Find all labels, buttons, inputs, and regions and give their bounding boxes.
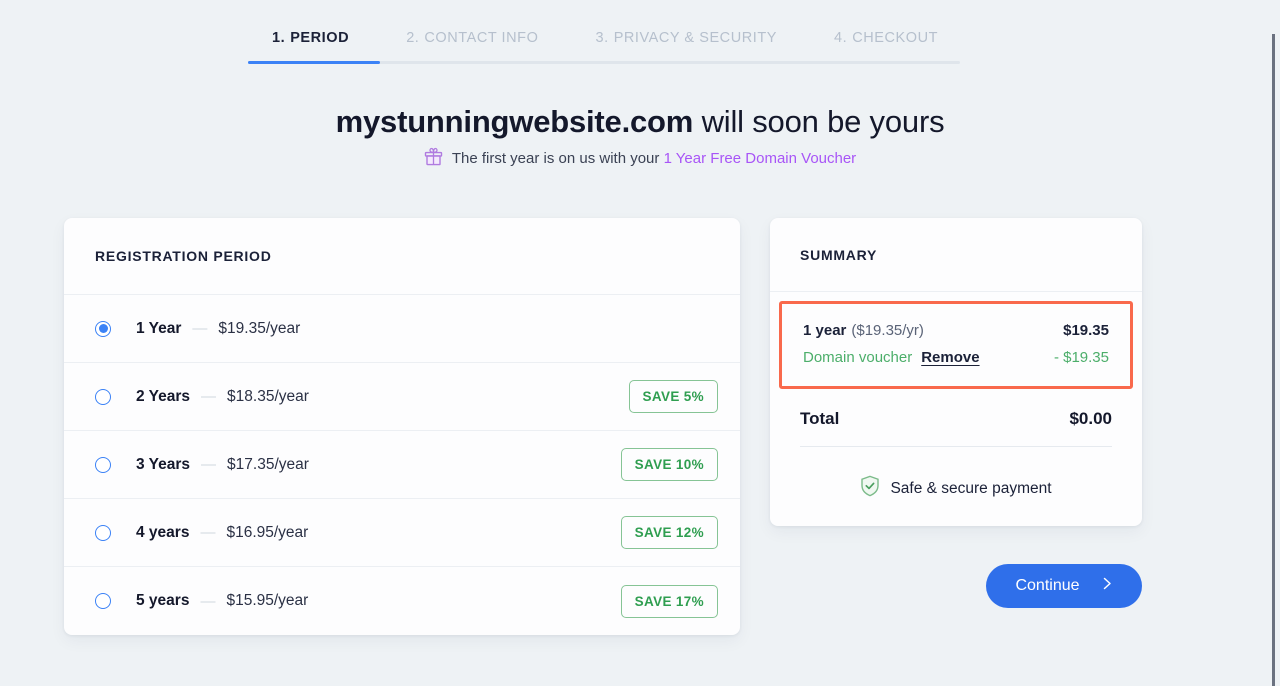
tab-period-label: PERIOD [290, 30, 350, 46]
stepper-progress-bar [248, 61, 380, 64]
stepper-track [248, 61, 960, 64]
summary-period-amount: $19.35 [1063, 322, 1109, 339]
summary-line-voucher-left: Domain voucher Remove [803, 349, 980, 366]
period-option-3-years[interactable]: 3 Years — $17.35/year SAVE 10% [64, 431, 740, 499]
summary-line-period-left: 1 year ($19.35/yr) [803, 322, 924, 339]
chevron-right-icon [1102, 577, 1113, 595]
period-price-5-years: $15.95/year [226, 592, 309, 609]
gift-icon [424, 146, 443, 170]
page-title-suffix: will soon be yours [693, 104, 945, 139]
period-label-5-years: 5 years [136, 592, 190, 609]
save-badge-2-years: SAVE 5% [628, 380, 718, 413]
tab-checkout-number: 4. [834, 30, 848, 46]
summary-line-voucher: Domain voucher Remove - $19.35 [803, 344, 1109, 371]
remove-voucher-link[interactable]: Remove [921, 349, 979, 366]
summary-period-name: 1 year [803, 322, 847, 339]
period-price-4-years: $16.95/year [226, 523, 309, 541]
radio-5-years[interactable] [95, 593, 111, 609]
page-title-domain: mystunningwebsite.com [335, 104, 694, 139]
tab-period[interactable]: 1. PERIOD [272, 30, 349, 46]
tab-privacy-security[interactable]: 3. PRIVACY & SECURITY [595, 30, 776, 46]
period-option-1-year[interactable]: 1 Year — $19.35/year [64, 295, 740, 363]
period-label-2-years: 2 Years [136, 387, 191, 405]
period-option-2-years[interactable]: 2 Years — $18.35/year SAVE 5% [64, 363, 740, 431]
period-price-3-years: $17.35/year [227, 455, 309, 473]
summary-line-period: 1 year ($19.35/yr) $19.35 [803, 317, 1109, 344]
period-label-3-years: 3 Years [136, 455, 191, 473]
summary-card: SUMMARY 1 year ($19.35/yr) $19.35 Domain … [770, 218, 1142, 526]
summary-body: 1 year ($19.35/yr) $19.35 Domain voucher … [770, 292, 1142, 526]
period-dash-5-years: — [200, 592, 216, 610]
tab-privacy-security-label: PRIVACY & SECURITY [613, 30, 777, 46]
page-title: mystunningwebsite.com will soon be yours [0, 102, 1280, 142]
voucher-subtitle-prefix: The first year is on us with your [451, 149, 664, 167]
radio-4-years[interactable] [95, 524, 111, 541]
stepper-tabs: 1. PERIOD 2. CONTACT INFO 3. PRIVACY & SECU… [248, 30, 960, 46]
tab-checkout-label: CHECKOUT [852, 30, 938, 46]
tab-privacy-security-number: 3. [595, 30, 609, 46]
radio-1-year[interactable] [95, 320, 111, 337]
period-price-1-year: $19.35/year [218, 319, 301, 337]
summary-total-amount: $0.00 [1069, 409, 1112, 428]
summary-highlight-box: 1 year ($19.35/yr) $19.35 Domain voucher … [779, 301, 1133, 389]
registration-period-card: REGISTRATION PERIOD 1 Year — $19.35/year… [64, 218, 740, 635]
tab-checkout[interactable]: 4. CHECKOUT [834, 30, 938, 46]
voucher-subtitle-text: The first year is on us with your 1 Year… [452, 150, 856, 167]
period-option-4-years[interactable]: 4 years — $16.95/year SAVE 12% [64, 499, 740, 567]
continue-button-label: Continue [1015, 577, 1080, 594]
registration-period-title: REGISTRATION PERIOD [64, 218, 740, 295]
tab-period-number: 1. [272, 30, 286, 46]
summary-total-row: Total $0.00 [770, 389, 1142, 446]
period-label-1-year: 1 Year [136, 319, 182, 337]
window-edge-scrollbar[interactable] [1272, 34, 1275, 686]
tab-contact-info-number: 2. [406, 30, 420, 46]
period-dash-1-year: — [192, 320, 208, 337]
period-price-2-years: $18.35/year [227, 387, 309, 405]
checkout-stepper: 1. PERIOD 2. CONTACT INFO 3. PRIVACY & SECU… [248, 30, 960, 64]
period-dash-3-years: — [201, 456, 217, 473]
summary-total-label: Total [800, 409, 840, 428]
save-badge-4-years: SAVE 12% [620, 516, 718, 549]
tab-contact-info[interactable]: 2. CONTACT INFO [406, 30, 538, 46]
summary-voucher-label: Domain voucher [803, 349, 913, 366]
secure-payment-row: Safe & secure payment [770, 447, 1142, 502]
radio-2-years[interactable] [95, 388, 111, 405]
summary-title: SUMMARY [770, 218, 1142, 292]
secure-payment-text: Safe & secure payment [890, 479, 1052, 497]
radio-3-years[interactable] [95, 456, 111, 473]
summary-period-rate: ($19.35/yr) [851, 322, 924, 339]
voucher-link[interactable]: 1 Year Free Domain Voucher [664, 150, 857, 167]
period-option-5-years[interactable]: 5 years — $15.95/year SAVE 17% [64, 567, 740, 635]
summary-period-name-wrap: 1 year ($19.35/yr) [803, 322, 924, 339]
continue-button[interactable]: Continue [986, 564, 1142, 608]
save-badge-5-years: SAVE 17% [620, 584, 718, 618]
period-dash-2-years: — [201, 388, 217, 405]
period-dash-4-years: — [200, 524, 216, 541]
save-badge-3-years: SAVE 10% [620, 448, 718, 481]
period-label-4-years: 4 years [136, 523, 190, 541]
shield-check-icon [860, 475, 880, 502]
summary-voucher-amount: - $19.35 [1053, 349, 1109, 366]
tab-contact-info-label: CONTACT INFO [424, 30, 539, 46]
voucher-subtitle: The first year is on us with your 1 Year… [0, 146, 1280, 170]
